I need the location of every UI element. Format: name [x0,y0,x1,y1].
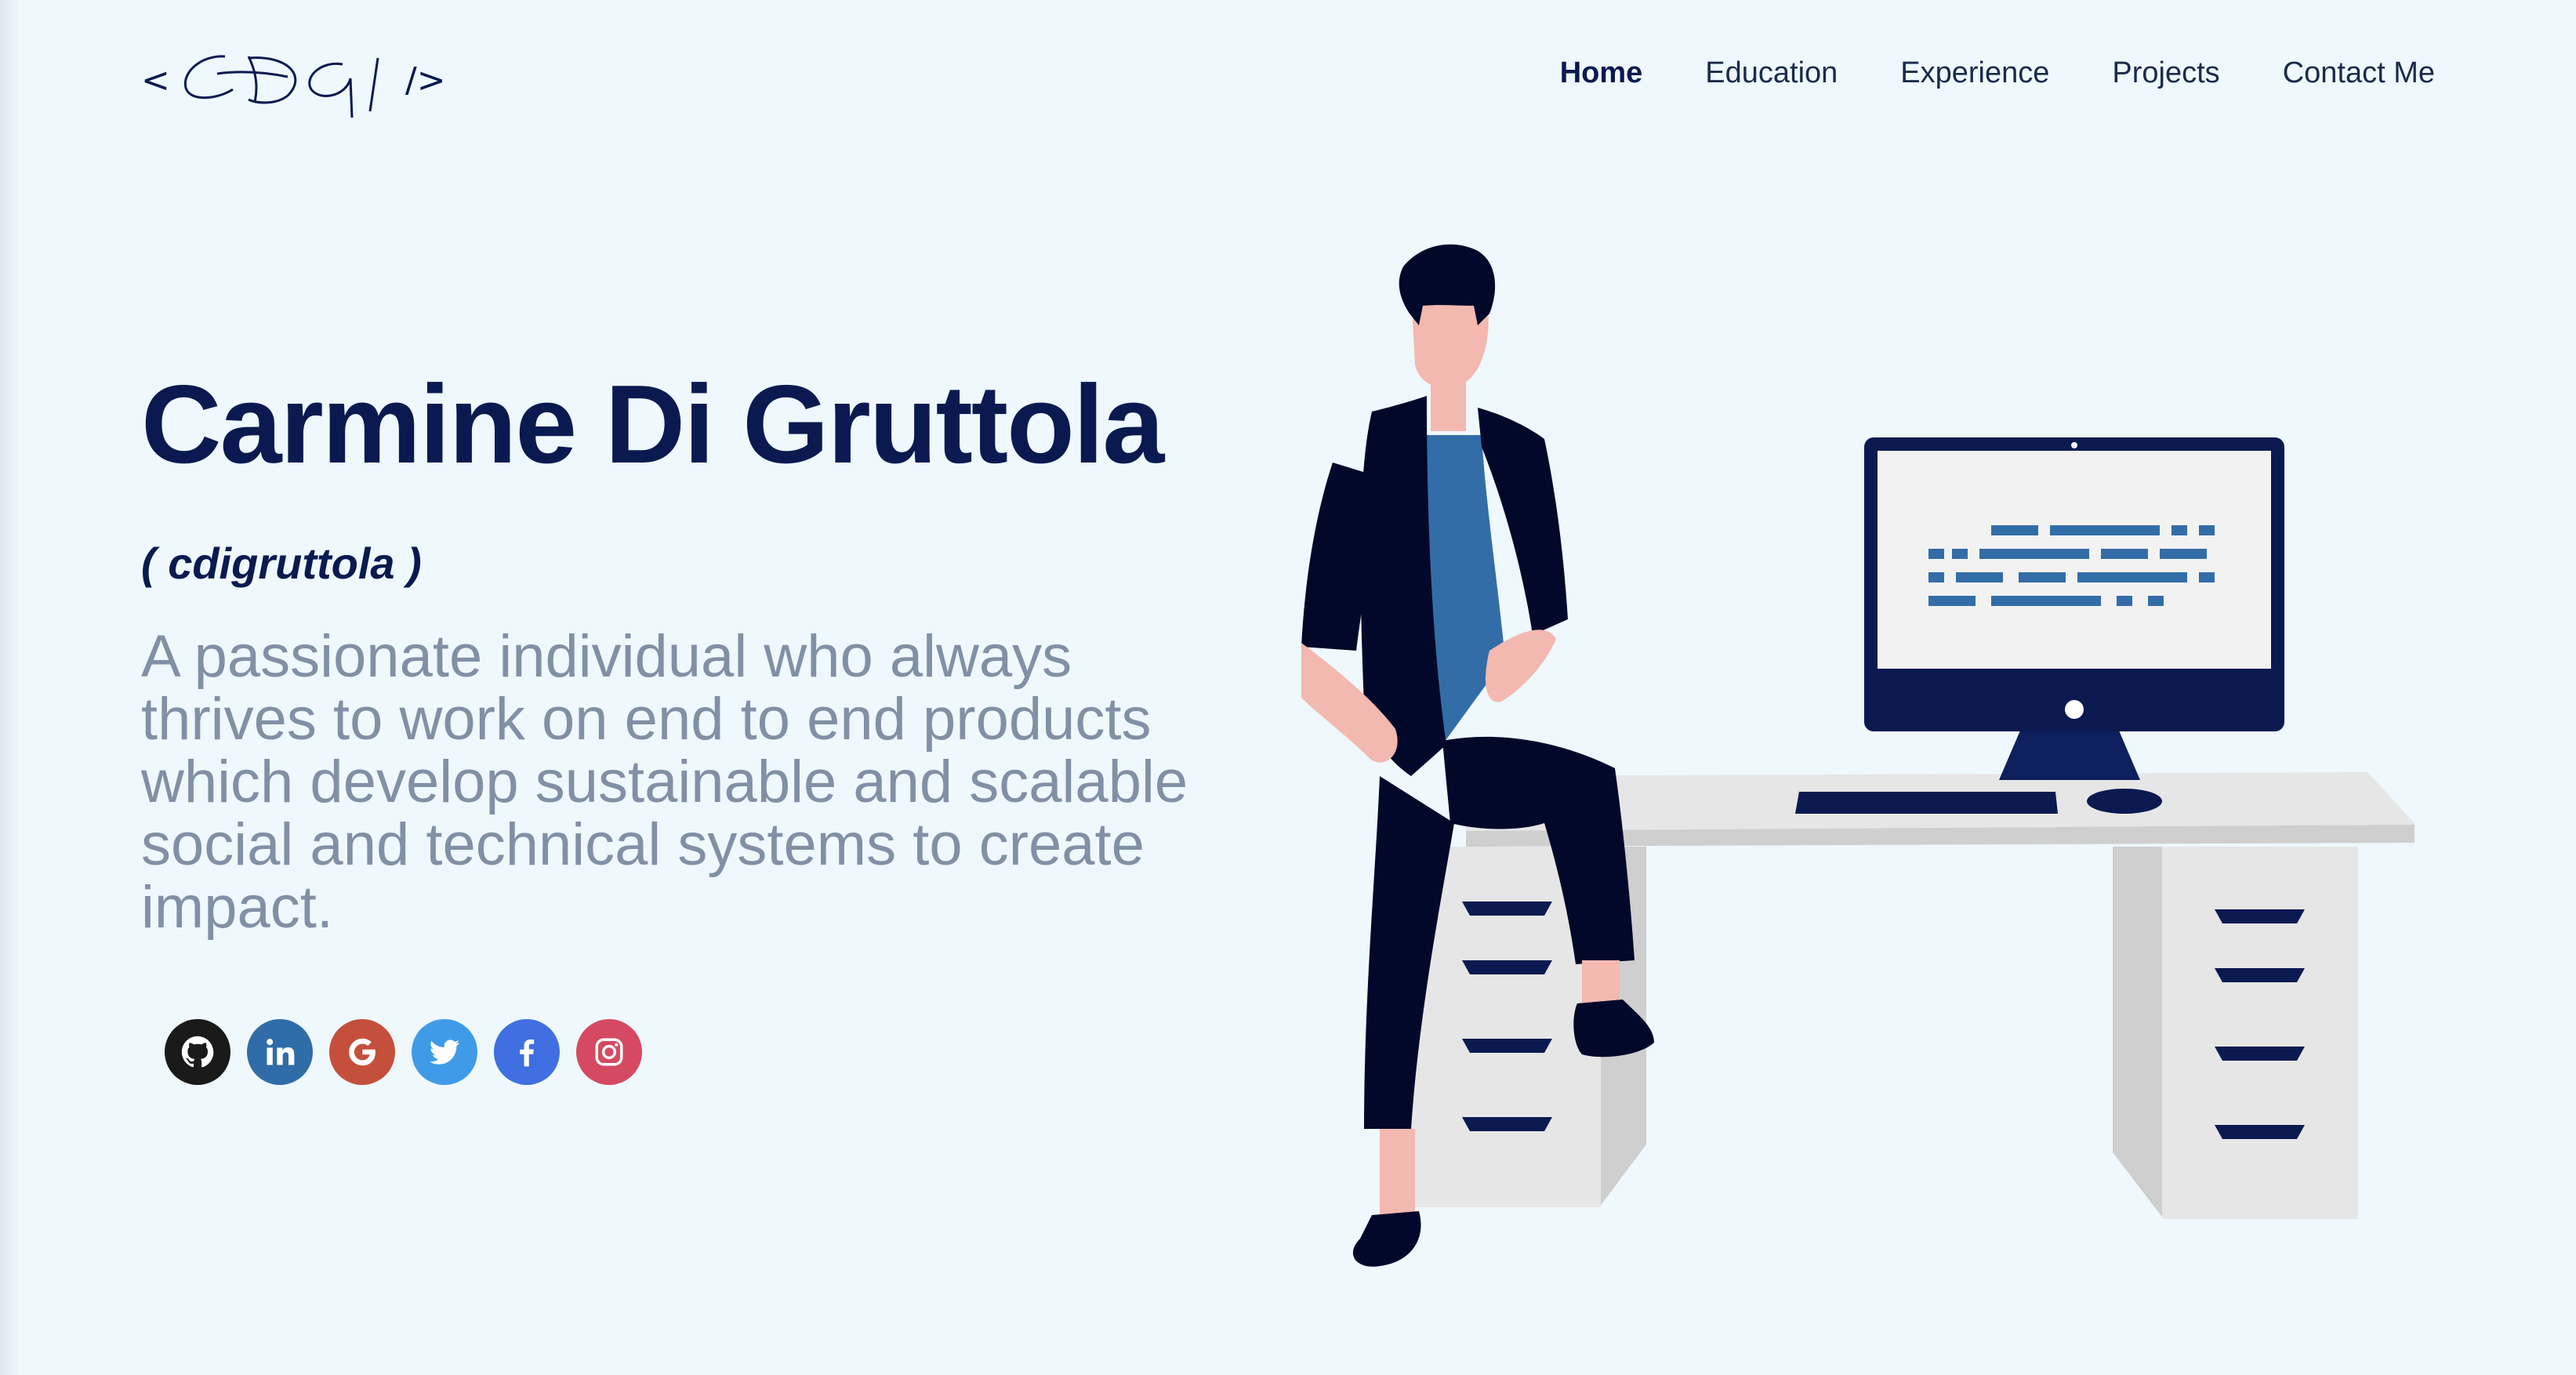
twitter-icon [429,1039,460,1065]
drawer-handle [2215,1047,2305,1061]
logo-signature [183,55,379,118]
monitor-screen [1878,451,2271,669]
monitor-stand [1999,725,2140,780]
drawer-handle [1462,960,1552,974]
drawer-handle [2215,1125,2305,1139]
facebook-icon [520,1039,535,1067]
drawer-handle [1462,1117,1552,1131]
social-links [165,1019,642,1085]
portfolio-page: < /> Home Education Experience Projects … [0,0,2576,1375]
linkedin-link[interactable] [247,1019,313,1085]
drawer-handle [1462,902,1552,916]
drawer-handle [2215,968,2305,982]
hero-name: Carmine Di Gruttola [141,362,1164,487]
google-icon [349,1038,376,1066]
nav-projects[interactable]: Projects [2112,56,2219,90]
desk-right-pedestal [2162,847,2358,1219]
nav-experience[interactable]: Experience [1900,56,2049,90]
developer-desk-illustration [1301,244,2415,1267]
google-link[interactable] [329,1019,395,1085]
drawer-handle [2215,909,2305,923]
main-nav: Home Education Experience Projects Conta… [1560,56,2435,90]
drawer-handle [1462,1039,1552,1053]
site-logo[interactable]: < /> [141,41,446,119]
keyboard [1795,792,2058,814]
monitor-camera [2071,442,2077,448]
logo-open-bracket: < [141,60,170,100]
linkedin-icon [267,1039,295,1065]
github-icon [181,1036,214,1068]
nav-education[interactable]: Education [1705,56,1838,90]
github-link[interactable] [165,1019,230,1085]
hero-description: A passionate individual who always thriv… [141,623,1188,941]
hero-handle: ( cdigruttola ) [141,539,422,588]
facebook-link[interactable] [494,1019,560,1085]
nav-contact-me[interactable]: Contact Me [2283,56,2435,90]
instagram-link[interactable] [576,1019,642,1085]
logo-close-bracket: /> [405,60,446,100]
instagram-icon [595,1038,623,1066]
monitor-button [2065,700,2084,719]
desk-right-pedestal-side [2113,847,2164,1219]
person-back-shoe [1352,1211,1421,1267]
window-edge-shade [0,0,19,1375]
twitter-link[interactable] [412,1019,477,1085]
mouse [2087,789,2162,814]
person-back-ankle [1380,1129,1415,1215]
nav-home[interactable]: Home [1560,56,1643,90]
